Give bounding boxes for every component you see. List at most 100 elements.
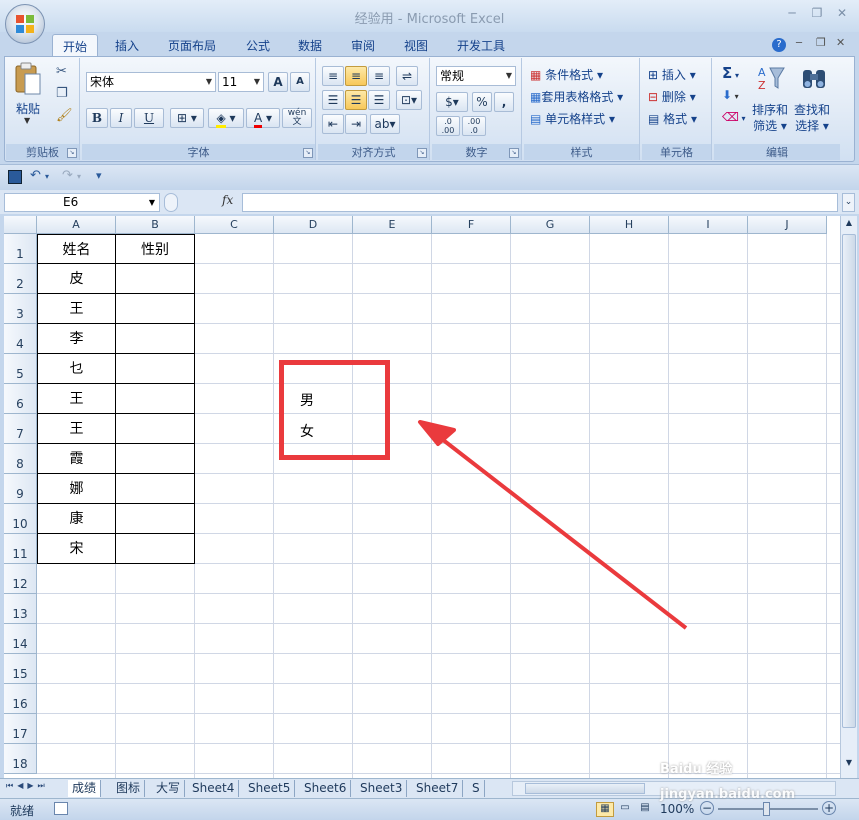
sheet-tab[interactable]: S: [468, 780, 485, 797]
gender-cell[interactable]: [116, 264, 195, 294]
comma-button[interactable]: ,: [494, 92, 514, 112]
gender-cell[interactable]: [116, 324, 195, 354]
save-icon[interactable]: [8, 170, 22, 184]
gender-cell[interactable]: [116, 294, 195, 324]
formula-input[interactable]: [242, 193, 838, 212]
ribbon-restore-icon[interactable]: ❐: [816, 36, 826, 49]
ribbon-minimize-icon[interactable]: ─: [796, 38, 802, 49]
clear-button[interactable]: ⌫ ▾: [722, 110, 746, 124]
sheet-tab[interactable]: 图标: [112, 780, 146, 797]
delete-cells-button[interactable]: ⊟ 删除 ▾: [648, 88, 696, 105]
header-gender-cell[interactable]: 性别: [116, 234, 195, 264]
column-header-j[interactable]: J: [748, 216, 827, 234]
tab-developer[interactable]: 开发工具: [447, 34, 515, 56]
increase-decimal-button[interactable]: .0 .00: [436, 116, 460, 136]
row-header-14[interactable]: 14: [4, 624, 37, 654]
column-header-e[interactable]: E: [353, 216, 432, 234]
sheet-tab[interactable]: 大写: [152, 780, 186, 797]
row-header-6[interactable]: 6: [4, 384, 37, 414]
row-header-13[interactable]: 13: [4, 594, 37, 624]
gender-cell[interactable]: [116, 504, 195, 534]
row-header-18[interactable]: 18: [4, 744, 37, 774]
tab-page-layout[interactable]: 页面布局: [158, 34, 226, 56]
row-header-15[interactable]: 15: [4, 654, 37, 684]
cut-icon[interactable]: ✂: [56, 64, 67, 79]
header-name-cell[interactable]: 姓名: [37, 234, 116, 264]
undo-icon[interactable]: ↶ ▾: [30, 168, 49, 183]
close-button[interactable]: ✕: [833, 6, 851, 22]
italic-button[interactable]: I: [110, 108, 132, 128]
shrink-font-button[interactable]: A: [290, 72, 310, 92]
decrease-indent-icon[interactable]: ⇤: [322, 114, 344, 134]
fill-button[interactable]: ⬇ ▾: [722, 88, 739, 102]
format-as-table-button[interactable]: ▦套用表格格式 ▾: [530, 88, 623, 105]
clipboard-launcher-icon[interactable]: ↘: [67, 148, 77, 158]
sheet-tab[interactable]: Sheet5: [244, 780, 296, 797]
row-header-16[interactable]: 16: [4, 684, 37, 714]
name-cell[interactable]: 乜: [37, 354, 116, 384]
orientation-icon[interactable]: ab▾: [370, 114, 400, 134]
expand-formula-icon[interactable]: ⌄: [842, 193, 855, 212]
wrap-text-icon[interactable]: ⇌: [396, 66, 418, 86]
underline-button[interactable]: U: [134, 108, 164, 128]
name-cell[interactable]: 王: [37, 414, 116, 444]
row-header-11[interactable]: 11: [4, 534, 37, 564]
grow-font-button[interactable]: A: [268, 72, 288, 92]
tab-home[interactable]: 开始: [52, 34, 99, 56]
zoom-in-icon[interactable]: +: [822, 801, 836, 815]
name-cell[interactable]: 皮: [37, 264, 116, 294]
number-launcher-icon[interactable]: ↘: [509, 148, 519, 158]
row-header-12[interactable]: 12: [4, 564, 37, 594]
column-header-i[interactable]: I: [669, 216, 748, 234]
vertical-scrollbar[interactable]: ▲ ▼: [840, 216, 857, 778]
align-left-icon[interactable]: ☰: [322, 90, 344, 110]
name-cell[interactable]: 王: [37, 294, 116, 324]
align-middle-icon[interactable]: ≡: [345, 66, 367, 86]
align-center-icon[interactable]: ☰: [345, 90, 367, 110]
bold-button[interactable]: B: [86, 108, 108, 128]
tab-review[interactable]: 审阅: [341, 34, 385, 56]
paste-button[interactable]: 粘贴: [16, 100, 40, 117]
column-header-f[interactable]: F: [432, 216, 511, 234]
sort-filter-button[interactable]: 排序和 筛选 ▾: [752, 102, 788, 134]
name-cell[interactable]: 霞: [37, 444, 116, 474]
macro-record-icon[interactable]: [54, 802, 68, 815]
name-cell[interactable]: 娜: [37, 474, 116, 504]
row-header-3[interactable]: 3: [4, 294, 37, 324]
alignment-launcher-icon[interactable]: ↘: [417, 148, 427, 158]
sheet-tab[interactable]: Sheet4: [188, 780, 240, 797]
restore-button[interactable]: ❐: [808, 6, 826, 22]
office-button[interactable]: [5, 4, 45, 44]
sheet-nav-icons[interactable]: ⏮◀▶⏭: [6, 781, 49, 791]
name-cell[interactable]: 康: [37, 504, 116, 534]
format-cells-button[interactable]: ▤ 格式 ▾: [648, 110, 697, 127]
minimize-button[interactable]: ─: [783, 6, 801, 22]
column-header-a[interactable]: A: [37, 216, 116, 234]
formula-bar-expand-handle[interactable]: [164, 193, 178, 212]
binoculars-icon[interactable]: [800, 64, 828, 92]
copy-icon[interactable]: ❐: [56, 86, 68, 101]
name-cell[interactable]: 宋: [37, 534, 116, 564]
column-header-g[interactable]: G: [511, 216, 590, 234]
column-header-b[interactable]: B: [116, 216, 195, 234]
scroll-down-icon[interactable]: ▼: [842, 758, 856, 772]
sheet-tab[interactable]: Sheet7: [412, 780, 464, 797]
row-header-4[interactable]: 4: [4, 324, 37, 354]
scroll-thumb[interactable]: [842, 234, 856, 728]
format-painter-icon[interactable]: 🖌: [56, 108, 73, 123]
gender-cell[interactable]: [116, 444, 195, 474]
increase-indent-icon[interactable]: ⇥: [345, 114, 367, 134]
font-color-button[interactable]: A ▾: [246, 108, 280, 128]
accounting-format-icon[interactable]: $▾: [436, 92, 468, 112]
sheet-tab[interactable]: Sheet6: [300, 780, 352, 797]
gender-cell[interactable]: [116, 474, 195, 504]
page-layout-view-icon[interactable]: ▭: [616, 802, 634, 817]
merge-center-icon[interactable]: ⊡▾: [396, 90, 422, 110]
number-format-select[interactable]: 常规 ▼: [436, 66, 516, 86]
gender-cell[interactable]: [116, 384, 195, 414]
name-box[interactable]: E6 ▼: [4, 193, 160, 212]
tab-data[interactable]: 数据: [288, 34, 332, 56]
cell-styles-button[interactable]: ▤ 单元格样式 ▾: [530, 110, 615, 127]
tab-view[interactable]: 视图: [394, 34, 438, 56]
gender-cell[interactable]: [116, 354, 195, 384]
